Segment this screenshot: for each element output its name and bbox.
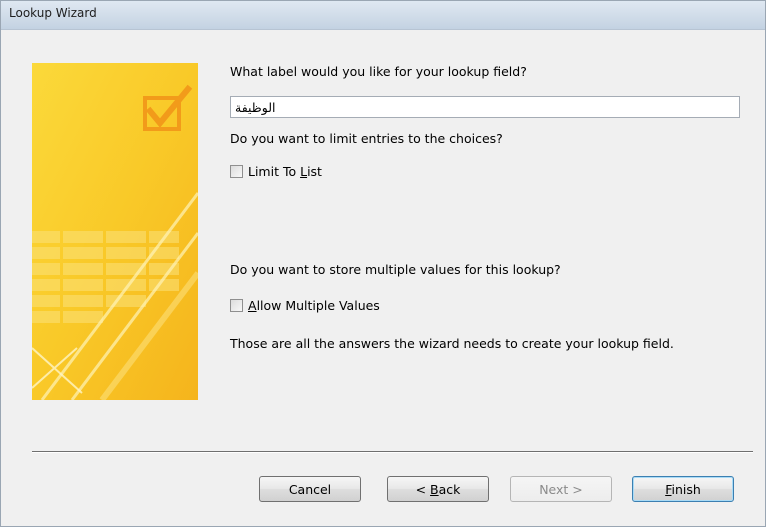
button-separator xyxy=(32,451,753,453)
completion-text: Those are all the answers the wizard nee… xyxy=(230,336,674,351)
allow-multiple-values-checkbox[interactable] xyxy=(230,299,243,312)
limit-to-list-checkbox[interactable] xyxy=(230,165,243,178)
limit-to-list-option[interactable]: Limit To List xyxy=(230,164,322,179)
limit-question: Do you want to limit entries to the choi… xyxy=(230,131,503,146)
wizard-banner-image xyxy=(32,63,198,400)
finish-button-label: Finish xyxy=(665,481,701,497)
next-button-label: Next > xyxy=(539,481,583,497)
wizard-body: What label would you like for your looku… xyxy=(7,30,760,520)
window-title: Lookup Wizard xyxy=(9,6,97,20)
limit-to-list-label[interactable]: Limit To List xyxy=(248,164,322,179)
allow-multiple-values-option[interactable]: Allow Multiple Values xyxy=(230,298,380,313)
cancel-button[interactable]: Cancel xyxy=(259,476,361,502)
banner-graphic xyxy=(32,63,198,400)
allow-multiple-values-label[interactable]: Allow Multiple Values xyxy=(248,298,380,313)
cancel-button-label: Cancel xyxy=(288,481,332,497)
lookup-wizard-window: Lookup Wizard What label would you like … xyxy=(0,0,766,527)
back-button[interactable]: < Back xyxy=(387,476,489,502)
label-question: What label would you like for your looku… xyxy=(230,64,527,79)
lookup-label-input[interactable] xyxy=(230,96,740,118)
back-button-label: < Back xyxy=(415,481,461,497)
finish-button[interactable]: Finish xyxy=(632,476,734,502)
title-bar[interactable]: Lookup Wizard xyxy=(1,1,765,30)
next-button[interactable]: Next > xyxy=(510,476,612,502)
multiple-values-question: Do you want to store multiple values for… xyxy=(230,262,561,277)
